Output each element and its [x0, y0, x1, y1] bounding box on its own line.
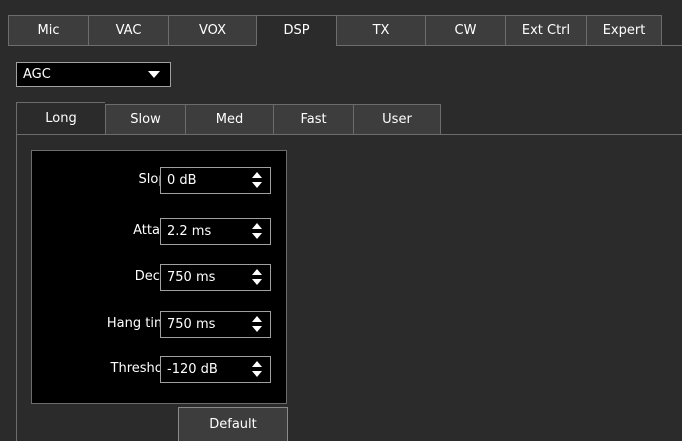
- tab-cw[interactable]: CW: [425, 15, 505, 46]
- tab-dsp[interactable]: DSP: [256, 15, 336, 46]
- mode-select-value: AGC: [23, 67, 51, 82]
- hang-time-spinner[interactable]: 750 ms: [160, 311, 271, 338]
- tab-tx[interactable]: TX: [336, 15, 425, 46]
- tab-strip-divider: [336, 45, 682, 46]
- arrow-up-icon[interactable]: [252, 316, 262, 322]
- tab-user[interactable]: User: [353, 104, 441, 135]
- arrow-up-icon[interactable]: [252, 172, 262, 178]
- attack-spinner[interactable]: 2.2 ms: [160, 218, 271, 245]
- tab-fast[interactable]: Fast: [273, 104, 353, 135]
- tab-ext-ctrl[interactable]: Ext Ctrl: [505, 15, 586, 46]
- arrow-down-icon[interactable]: [252, 371, 262, 377]
- slope-row: Slope: 0 dB: [32, 167, 288, 194]
- tab-vox[interactable]: VOX: [168, 15, 256, 46]
- arrow-up-icon[interactable]: [252, 223, 262, 229]
- arrow-down-icon[interactable]: [252, 233, 262, 239]
- attack-row: Attack: 2.2 ms: [32, 218, 288, 245]
- threshold-spinner[interactable]: -120 dB: [160, 356, 271, 383]
- slope-spinner[interactable]: 0 dB: [160, 167, 271, 194]
- hang-time-row: Hang time: 750 ms: [32, 311, 288, 338]
- slope-value[interactable]: 0 dB: [167, 173, 197, 188]
- decay-value[interactable]: 750 ms: [167, 270, 215, 285]
- agc-settings-group: Slope: 0 dB Attack: 2.2 ms Decay: 750 ms: [31, 150, 287, 404]
- tab-slow[interactable]: Slow: [105, 104, 185, 135]
- tab-long[interactable]: Long: [16, 102, 105, 135]
- top-tab-strip: Mic VAC VOX DSP TX CW Ext Ctrl Expert: [8, 15, 662, 46]
- default-button[interactable]: Default: [178, 407, 288, 441]
- mode-select[interactable]: AGC: [16, 62, 171, 87]
- decay-spinner[interactable]: 750 ms: [160, 264, 271, 291]
- tab-vac[interactable]: VAC: [88, 15, 168, 46]
- attack-value[interactable]: 2.2 ms: [167, 224, 211, 239]
- hang-time-value[interactable]: 750 ms: [167, 317, 215, 332]
- arrow-down-icon[interactable]: [252, 326, 262, 332]
- dsp-settings-window: Mic VAC VOX DSP TX CW Ext Ctrl Expert AG…: [0, 0, 682, 441]
- chevron-down-icon[interactable]: [148, 71, 160, 78]
- arrow-down-icon[interactable]: [252, 182, 262, 188]
- arrow-up-icon[interactable]: [252, 269, 262, 275]
- tab-mic[interactable]: Mic: [8, 15, 88, 46]
- threshold-value[interactable]: -120 dB: [167, 362, 218, 377]
- tab-strip-divider-left: [8, 45, 256, 46]
- threshold-row: Threshold: -120 dB: [32, 356, 288, 383]
- tab-med[interactable]: Med: [185, 104, 273, 135]
- decay-row: Decay: 750 ms: [32, 264, 288, 291]
- agc-tab-strip: Long Slow Med Fast User: [16, 102, 441, 135]
- tab-expert[interactable]: Expert: [586, 15, 662, 46]
- arrow-down-icon[interactable]: [252, 279, 262, 285]
- arrow-up-icon[interactable]: [252, 361, 262, 367]
